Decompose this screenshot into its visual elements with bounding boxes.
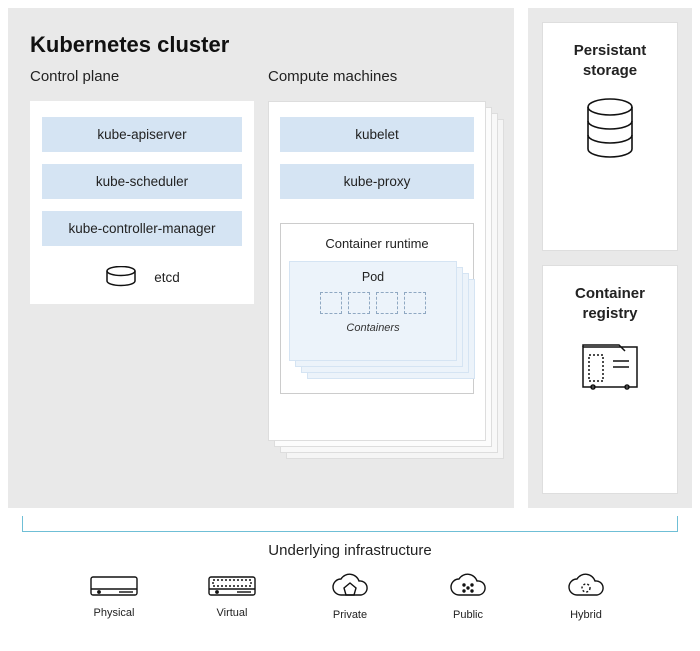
pod-card: Pod Containers: [289, 261, 457, 361]
infra-label: Hybrid: [570, 609, 602, 621]
control-plane-column: Control plane kube-apiserver kube-schedu…: [30, 68, 254, 461]
infrastructure-title: Underlying infrastructure: [0, 542, 700, 559]
virtual-server-icon: [207, 573, 257, 601]
infra-label: Virtual: [217, 607, 248, 619]
component-kube-controller-manager: kube-controller-manager: [42, 211, 242, 246]
container-box: [404, 292, 426, 314]
persistent-storage-card: Persistant storage: [542, 22, 678, 251]
kubernetes-cluster: Kubernetes cluster Control plane kube-ap…: [8, 8, 514, 508]
container-row: [296, 292, 450, 314]
component-kube-apiserver: kube-apiserver: [42, 117, 242, 152]
infra-item-physical: Physical: [74, 573, 154, 621]
container-registry-title: Container registry: [551, 284, 669, 323]
container-box: [320, 292, 342, 314]
cluster-title: Kubernetes cluster: [30, 32, 492, 58]
private-cloud-icon: [327, 573, 373, 603]
infra-item-virtual: Virtual: [192, 573, 272, 621]
pod-title: Pod: [296, 270, 450, 284]
control-plane-panel: kube-apiserver kube-scheduler kube-contr…: [30, 101, 254, 304]
pod-stack: Pod Containers: [289, 261, 465, 381]
infra-item-hybrid: Hybrid: [546, 573, 626, 621]
container-registry-card: Container registry: [542, 265, 678, 494]
etcd-label: etcd: [154, 270, 180, 285]
infra-item-public: Public: [428, 573, 508, 621]
component-kube-proxy: kube-proxy: [280, 164, 474, 199]
compute-machines-stack: kubelet kube-proxy Container runtime Pod: [268, 101, 492, 461]
etcd-row: etcd: [42, 266, 242, 288]
infra-label: Physical: [94, 607, 135, 619]
container-runtime-box: Container runtime Pod: [280, 223, 474, 394]
registry-icon: [579, 341, 641, 393]
persistent-storage-title: Persistant storage: [551, 41, 669, 80]
control-plane-title: Control plane: [30, 68, 254, 85]
infra-label: Private: [333, 609, 367, 621]
containers-label: Containers: [296, 322, 450, 334]
bracket-icon: [22, 516, 678, 532]
infra-label: Public: [453, 609, 483, 621]
container-box: [348, 292, 370, 314]
hybrid-cloud-icon: [563, 573, 609, 603]
infra-item-private: Private: [310, 573, 390, 621]
component-kubelet: kubelet: [280, 117, 474, 152]
public-cloud-icon: [445, 573, 491, 603]
database-icon: [583, 98, 637, 160]
component-kube-scheduler: kube-scheduler: [42, 164, 242, 199]
compute-card: kubelet kube-proxy Container runtime Pod: [268, 101, 486, 441]
sidebar: Persistant storage Container registry: [528, 8, 692, 508]
compute-column: Compute machines kubelet kube-proxy Cont…: [268, 68, 492, 461]
server-icon: [89, 573, 139, 601]
container-box: [376, 292, 398, 314]
container-runtime-title: Container runtime: [289, 236, 465, 251]
etcd-icon: [104, 266, 138, 288]
infrastructure-row: Physical Virtual Private: [0, 573, 700, 621]
compute-title: Compute machines: [268, 68, 492, 85]
